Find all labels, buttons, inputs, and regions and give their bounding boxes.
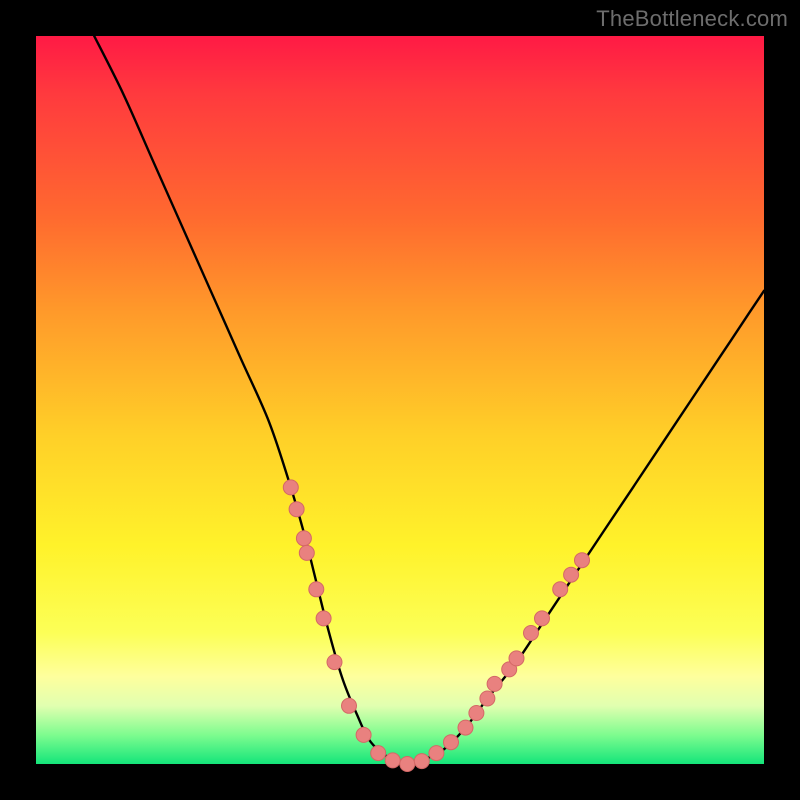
watermark-text: TheBottleneck.com bbox=[596, 6, 788, 32]
chart-svg bbox=[36, 36, 764, 764]
marker-dot bbox=[487, 676, 502, 691]
plot-area bbox=[36, 36, 764, 764]
marker-dot bbox=[524, 626, 539, 641]
marker-dot bbox=[327, 655, 342, 670]
marker-dot bbox=[469, 706, 484, 721]
marker-dot bbox=[296, 531, 311, 546]
marker-dot bbox=[299, 545, 314, 560]
marker-dot bbox=[553, 582, 568, 597]
marker-dot bbox=[444, 735, 459, 750]
marker-dot bbox=[342, 698, 357, 713]
marker-dot bbox=[400, 757, 415, 772]
marker-dot bbox=[371, 746, 386, 761]
curve-markers bbox=[283, 480, 589, 772]
marker-dot bbox=[509, 651, 524, 666]
marker-dot bbox=[414, 754, 429, 769]
marker-dot bbox=[289, 502, 304, 517]
marker-dot bbox=[283, 480, 298, 495]
marker-dot bbox=[356, 727, 371, 742]
marker-dot bbox=[575, 553, 590, 568]
marker-dot bbox=[309, 582, 324, 597]
marker-dot bbox=[429, 746, 444, 761]
marker-dot bbox=[458, 720, 473, 735]
marker-dot bbox=[385, 753, 400, 768]
marker-dot bbox=[535, 611, 550, 626]
marker-dot bbox=[480, 691, 495, 706]
bottleneck-curve bbox=[94, 36, 764, 764]
marker-dot bbox=[564, 567, 579, 582]
chart-frame: TheBottleneck.com bbox=[0, 0, 800, 800]
marker-dot bbox=[316, 611, 331, 626]
